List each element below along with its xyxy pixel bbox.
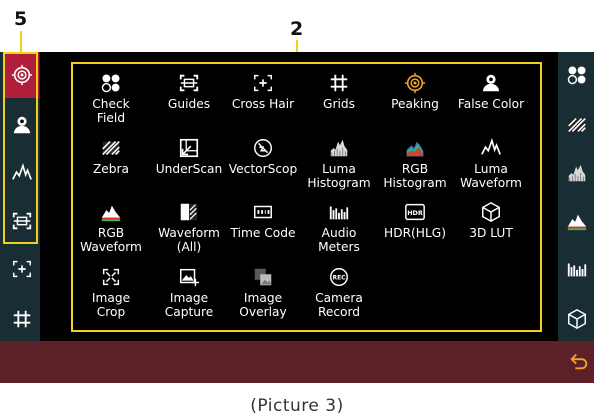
menu-item-hdr[interactable]: HDR HDR(HLG) bbox=[376, 201, 454, 240]
menu-item-label: Check Field bbox=[92, 97, 130, 125]
menu-item-3d-lut[interactable]: 3D LUT bbox=[452, 201, 530, 240]
right-sidebar bbox=[558, 52, 594, 341]
luma-histogram-icon bbox=[328, 137, 350, 159]
rgb-histogram-icon bbox=[404, 137, 426, 159]
menu-item-label: Waveform (All) bbox=[158, 226, 220, 254]
time-code-icon bbox=[252, 201, 274, 223]
menu-item-image-crop[interactable]: Image Crop bbox=[72, 266, 150, 319]
right-shortcut-audio-meters-icon[interactable] bbox=[562, 254, 592, 284]
menu-item-label: 3D LUT bbox=[469, 226, 513, 240]
menu-item-label: Image Capture bbox=[164, 291, 214, 319]
check-field-icon bbox=[100, 72, 122, 94]
menu-item-label: Time Code bbox=[230, 226, 296, 240]
menu-item-label: RGB Histogram bbox=[383, 162, 447, 190]
menu-item-peaking[interactable]: Peaking bbox=[376, 72, 454, 111]
callout-number-2: 2 bbox=[290, 18, 304, 40]
menu-item-luma-histogram[interactable]: Luma Histogram bbox=[300, 137, 378, 190]
right-shortcut-check-field-icon[interactable] bbox=[562, 60, 592, 90]
false-color-icon bbox=[480, 72, 502, 94]
menu-item-luma-waveform[interactable]: Luma Waveform bbox=[452, 137, 530, 190]
menu-item-guides[interactable]: Guides bbox=[150, 72, 228, 111]
image-crop-icon bbox=[100, 266, 122, 288]
menu-item-label: Luma Waveform bbox=[460, 162, 522, 190]
menu-item-vectorscope[interactable]: VectorScop bbox=[224, 137, 302, 176]
menu-item-label: RGB Waveform bbox=[80, 226, 142, 254]
svg-text:REC: REC bbox=[333, 274, 346, 281]
menu-item-image-capture[interactable]: Image Capture bbox=[150, 266, 228, 319]
rgb-waveform-icon bbox=[100, 201, 122, 223]
callout-leader-5 bbox=[20, 31, 22, 52]
image-capture-icon bbox=[178, 266, 200, 288]
menu-item-label: UnderScan bbox=[155, 162, 223, 176]
guides-icon bbox=[178, 72, 200, 94]
3d-lut-icon bbox=[480, 201, 502, 223]
right-shortcut-3d-lut-icon[interactable] bbox=[562, 304, 592, 334]
right-shortcut-zebra-icon[interactable] bbox=[562, 110, 592, 140]
menu-item-label: False Color bbox=[457, 97, 525, 111]
left-shortcut-highlight-frame bbox=[3, 52, 38, 244]
menu-item-check-field[interactable]: Check Field bbox=[72, 72, 150, 125]
left-shortcut-grids-icon[interactable] bbox=[7, 304, 37, 334]
luma-waveform-icon bbox=[480, 137, 502, 159]
bottom-bar bbox=[0, 341, 594, 383]
menu-item-grids[interactable]: Grids bbox=[300, 72, 378, 111]
menu-item-label: VectorScop bbox=[228, 162, 298, 176]
menu-item-label: Zebra bbox=[92, 162, 130, 176]
menu-item-image-overlay[interactable]: Image Overlay bbox=[224, 266, 302, 319]
menu-item-label: Camera Record bbox=[315, 291, 363, 319]
menu-item-rgb-histogram[interactable]: RGB Histogram bbox=[376, 137, 454, 190]
menu-item-underscan[interactable]: UnderScan bbox=[150, 137, 228, 176]
figure-caption: (Picture 3) bbox=[250, 396, 344, 416]
grids-icon bbox=[328, 72, 350, 94]
vectorscope-icon bbox=[252, 137, 274, 159]
right-shortcut-rgb-waveform-icon[interactable] bbox=[562, 206, 592, 236]
menu-item-time-code[interactable]: Time Code bbox=[224, 201, 302, 240]
left-shortcut-cross-hair-icon[interactable] bbox=[7, 254, 37, 284]
menu-item-label: Guides bbox=[167, 97, 211, 111]
back-arrow-icon[interactable] bbox=[564, 346, 594, 376]
callout-number-5: 5 bbox=[14, 8, 28, 30]
menu-item-label: Luma Histogram bbox=[307, 162, 371, 190]
menu-item-label: Audio Meters bbox=[318, 226, 360, 254]
hdr-icon: HDR bbox=[404, 201, 426, 223]
menu-item-label: Grids bbox=[323, 97, 355, 111]
camera-record-icon: REC bbox=[328, 266, 350, 288]
menu-item-waveform-all[interactable]: Waveform (All) bbox=[150, 201, 228, 254]
menu-item-label: Peaking bbox=[391, 97, 439, 111]
menu-item-zebra[interactable]: Zebra bbox=[72, 137, 150, 176]
zebra-icon bbox=[100, 137, 122, 159]
menu-item-cross-hair[interactable]: Cross Hair bbox=[224, 72, 302, 111]
underscan-icon bbox=[178, 137, 200, 159]
right-shortcut-luma-histogram-icon[interactable] bbox=[562, 158, 592, 188]
menu-item-label: HDR(HLG) bbox=[384, 226, 446, 240]
menu-item-camera-record[interactable]: REC Camera Record bbox=[300, 266, 378, 319]
menu-item-label: Image Crop bbox=[91, 291, 131, 319]
menu-item-label: Cross Hair bbox=[231, 97, 295, 111]
menu-item-false-color[interactable]: False Color bbox=[452, 72, 530, 111]
waveform-all-icon bbox=[178, 201, 200, 223]
svg-text:HDR: HDR bbox=[407, 209, 423, 217]
menu-item-audio-meters[interactable]: Audio Meters bbox=[300, 201, 378, 254]
menu-item-rgb-waveform[interactable]: RGB Waveform bbox=[72, 201, 150, 254]
audio-meters-icon bbox=[328, 201, 350, 223]
image-overlay-icon bbox=[252, 266, 274, 288]
peaking-icon bbox=[404, 72, 426, 94]
cross-hair-icon bbox=[252, 72, 274, 94]
menu-item-label: Image Overlay bbox=[239, 291, 287, 319]
